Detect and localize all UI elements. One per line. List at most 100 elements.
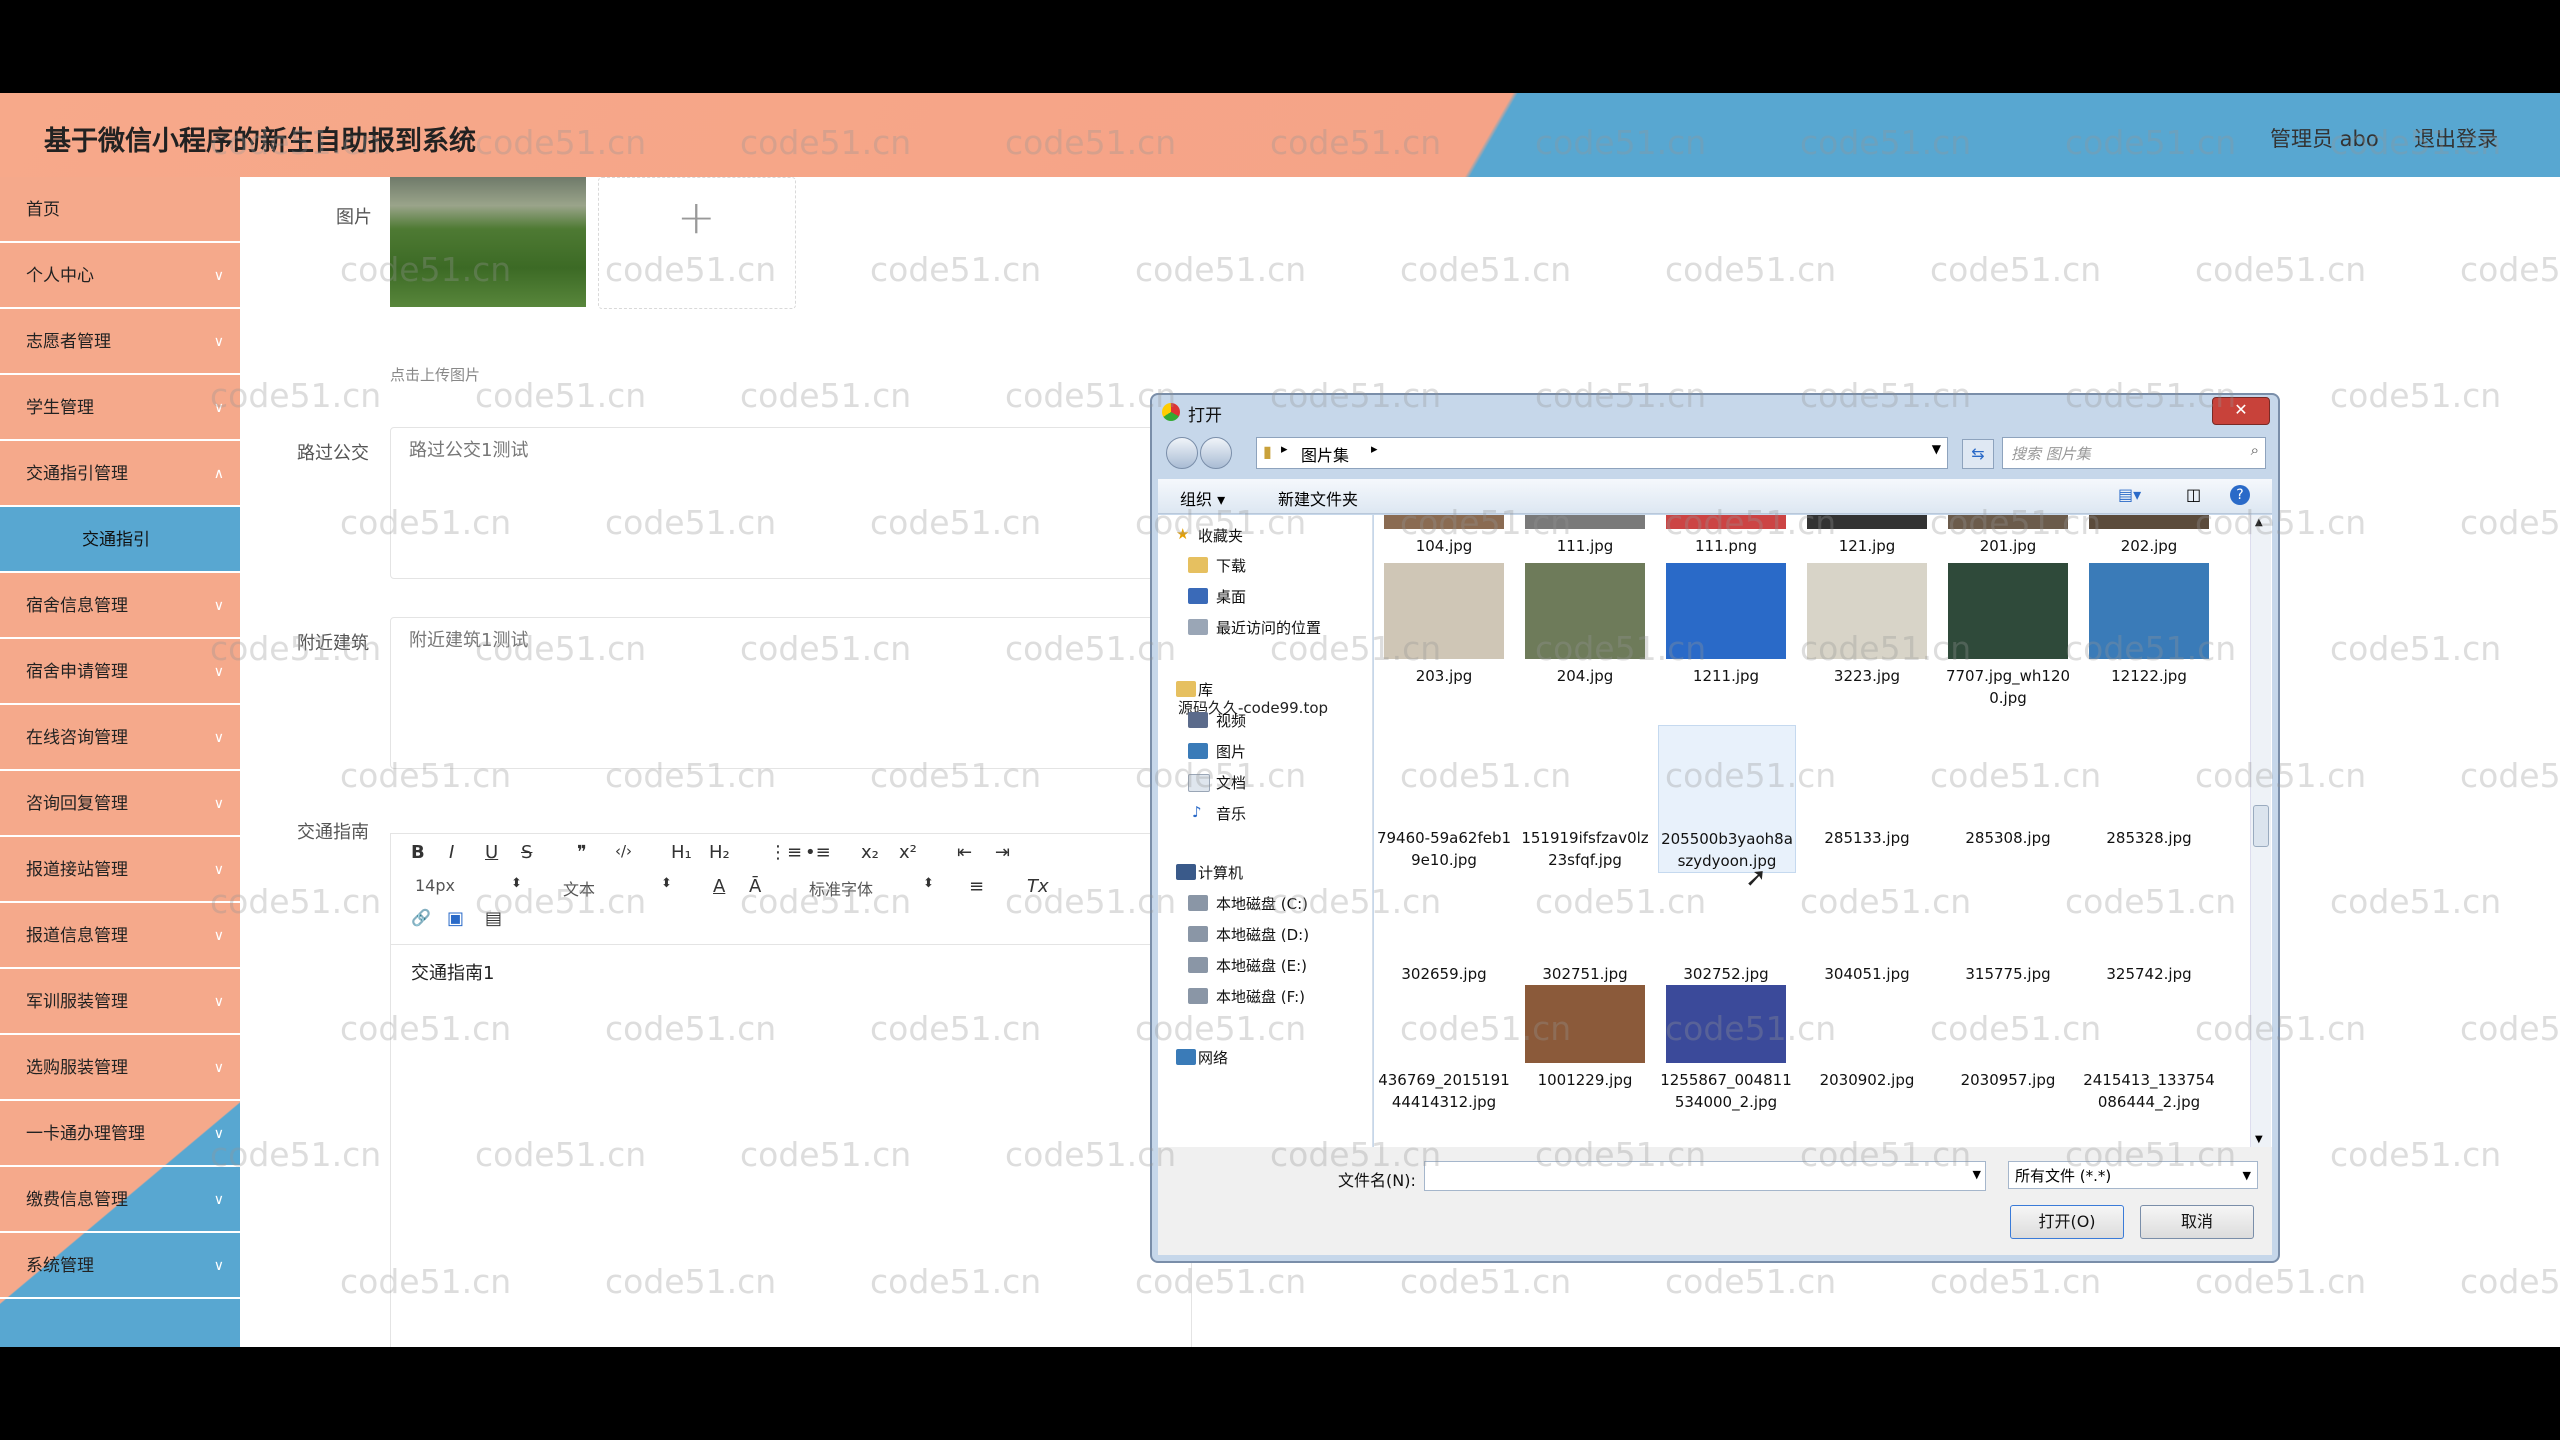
sidebar-item[interactable]: 学生管理 ∨ — [0, 375, 240, 441]
file-item[interactable]: 2415413_133754086444_2.jpg — [2081, 985, 2217, 1113]
font-color-button[interactable]: A — [713, 876, 725, 897]
nav-videos[interactable]: 视频 — [1216, 710, 1246, 731]
sidebar-item[interactable]: 一卡通办理管理 ∨ — [0, 1101, 240, 1167]
bold-button[interactable]: B — [411, 842, 425, 863]
file-item[interactable]: 7707.jpg_wh1200.jpg — [1940, 563, 2076, 709]
rich-text-editor[interactable]: 交通指南1 — [390, 945, 1192, 1347]
file-item[interactable]: 285308.jpg — [1940, 725, 2076, 849]
nav-computer[interactable]: 计算机 — [1198, 862, 1243, 883]
refresh-icon[interactable]: ⇆ — [1962, 439, 1994, 469]
file-item[interactable]: 204.jpg — [1517, 563, 1653, 687]
file-item[interactable]: 111.jpg — [1517, 515, 1653, 557]
nav-documents[interactable]: 文档 — [1216, 772, 1246, 793]
sidebar-item[interactable]: 首页 — [0, 177, 240, 243]
file-item[interactable]: 285133.jpg — [1799, 725, 1935, 849]
breadcrumb-path[interactable]: 图片集 — [1301, 442, 1349, 466]
file-item[interactable]: 285328.jpg — [2081, 725, 2217, 849]
nav-downloads[interactable]: 下载 — [1216, 555, 1246, 576]
preview-pane-icon[interactable]: ◫ — [2186, 485, 2201, 504]
open-button[interactable]: 打开(O) — [2010, 1205, 2124, 1239]
scroll-down-icon[interactable]: ▼ — [2255, 1134, 2263, 1145]
nav-disk-c[interactable]: 本地磁盘 (C:) — [1216, 893, 1308, 914]
cancel-button[interactable]: 取消 — [2140, 1205, 2254, 1239]
filename-input[interactable]: ▼ — [1424, 1161, 1986, 1191]
chevron-down-icon[interactable]: ▼ — [1932, 442, 1941, 456]
file-item[interactable]: 79460-59a62feb19e10.jpg — [1376, 725, 1512, 871]
sidebar-item[interactable]: 宿舍申请管理 ∨ — [0, 639, 240, 705]
filetype-select[interactable]: 所有文件 (*.*) ▼ — [2008, 1161, 2258, 1189]
scroll-thumb[interactable] — [2253, 805, 2269, 847]
bullet-list-button[interactable]: •≡ — [805, 842, 831, 863]
sidebar-item[interactable]: 报道信息管理 ∨ — [0, 903, 240, 969]
back-button[interactable] — [1166, 437, 1198, 469]
nav-recent[interactable]: 最近访问的位置 — [1216, 617, 1321, 638]
file-item[interactable]: 151919ifsfzav0lz23sfqf.jpg — [1517, 725, 1653, 871]
file-item[interactable]: 1001229.jpg — [1517, 985, 1653, 1091]
sidebar-item[interactable]: 报道接站管理 ∨ — [0, 837, 240, 903]
file-item[interactable]: 1255867_004811534000_2.jpg — [1658, 985, 1794, 1113]
nav-disk-e[interactable]: 本地磁盘 (E:) — [1216, 955, 1307, 976]
link-button[interactable]: 🔗 — [411, 908, 431, 927]
file-item[interactable]: 3223.jpg — [1799, 563, 1935, 687]
font-family-select[interactable]: 标准字体 — [809, 876, 873, 900]
superscript-button[interactable]: x² — [899, 842, 917, 863]
help-icon[interactable]: ? — [2230, 485, 2250, 505]
current-user[interactable]: 管理员 abo — [2270, 123, 2379, 153]
sidebar-item[interactable]: 军训服装管理 ∨ — [0, 969, 240, 1035]
image-button[interactable]: ▣ — [447, 908, 464, 929]
underline-button[interactable]: U — [485, 842, 498, 863]
sidebar-item[interactable]: 交通指引管理 ∧ — [0, 441, 240, 507]
uploaded-image[interactable] — [390, 177, 586, 307]
search-input[interactable]: 搜索 图片集 ⌕ — [2002, 437, 2266, 469]
code-button[interactable]: ‹/› — [615, 842, 632, 860]
file-item[interactable]: 121.jpg — [1799, 515, 1935, 557]
nav-favorites[interactable]: 收藏夹 — [1198, 525, 1243, 546]
outdent-button[interactable]: ⇤ — [957, 842, 972, 863]
subscript-button[interactable]: x₂ — [861, 842, 879, 863]
sidebar-item[interactable]: 缴费信息管理 ∨ — [0, 1167, 240, 1233]
nav-disk-f[interactable]: 本地磁盘 (F:) — [1216, 986, 1305, 1007]
nav-network[interactable]: 网络 — [1198, 1047, 1228, 1068]
file-item[interactable]: 302752.jpg — [1658, 861, 1794, 985]
dialog-close-button[interactable]: ✕ — [2212, 397, 2270, 425]
file-item[interactable]: 302659.jpg — [1376, 861, 1512, 985]
file-item[interactable]: 203.jpg — [1376, 563, 1512, 687]
file-item[interactable]: 325742.jpg — [2081, 861, 2217, 985]
video-button[interactable]: ▤ — [485, 908, 502, 929]
nav-desktop[interactable]: 桌面 — [1216, 586, 1246, 607]
file-item[interactable]: 111.png — [1658, 515, 1794, 557]
view-icon[interactable]: ▤▾ — [2118, 485, 2141, 504]
nav-disk-d[interactable]: 本地磁盘 (D:) — [1216, 924, 1309, 945]
file-item[interactable]: 436769_201519144414312.jpg — [1376, 985, 1512, 1113]
sidebar-item[interactable]: 在线咨询管理 ∨ — [0, 705, 240, 771]
text-type-select[interactable]: 文本 — [563, 876, 595, 900]
file-item[interactable]: 2030957.jpg — [1940, 985, 2076, 1091]
file-item[interactable]: 302751.jpg — [1517, 861, 1653, 985]
sidebar-item[interactable]: 咨询回复管理 ∨ — [0, 771, 240, 837]
file-item[interactable]: 104.jpg — [1376, 515, 1512, 557]
file-item[interactable]: 12122.jpg — [2081, 563, 2217, 687]
forward-button[interactable] — [1200, 437, 1232, 469]
logout-link[interactable]: 退出登录 — [2414, 123, 2498, 153]
sidebar-item[interactable]: 选购服装管理 ∨ — [0, 1035, 240, 1101]
file-item[interactable]: 202.jpg — [2081, 515, 2217, 557]
address-bar[interactable]: ▮ ▸ 图片集 ▸ ▼ — [1256, 437, 1948, 469]
h1-button[interactable]: H₁ — [671, 842, 692, 863]
nav-pictures[interactable]: 图片 — [1216, 741, 1246, 762]
scroll-up-icon[interactable]: ▲ — [2255, 517, 2263, 528]
sidebar-item[interactable]: 宿舍信息管理 ∨ — [0, 573, 240, 639]
file-item[interactable]: 1211.jpg — [1658, 563, 1794, 687]
chevron-down-icon[interactable]: ▼ — [1973, 1168, 1981, 1181]
sidebar-item[interactable]: 系统管理 ∨ — [0, 1233, 240, 1299]
upload-button[interactable]: + — [598, 177, 796, 309]
building-textarea[interactable]: 附近建筑1测试 — [390, 617, 1192, 769]
clear-format-button[interactable]: Tx — [1027, 876, 1049, 897]
file-item[interactable]: 2030902.jpg — [1799, 985, 1935, 1091]
file-item[interactable]: 205500b3yaoh8aszydyoon.jpg — [1658, 725, 1796, 873]
file-item[interactable]: 201.jpg — [1940, 515, 2076, 557]
h2-button[interactable]: H₂ — [709, 842, 730, 863]
sidebar-item[interactable]: 志愿者管理 ∨ — [0, 309, 240, 375]
bg-color-button[interactable]: Ā — [749, 876, 761, 897]
indent-button[interactable]: ⇥ — [995, 842, 1010, 863]
font-size-select[interactable]: 14px — [415, 876, 455, 895]
